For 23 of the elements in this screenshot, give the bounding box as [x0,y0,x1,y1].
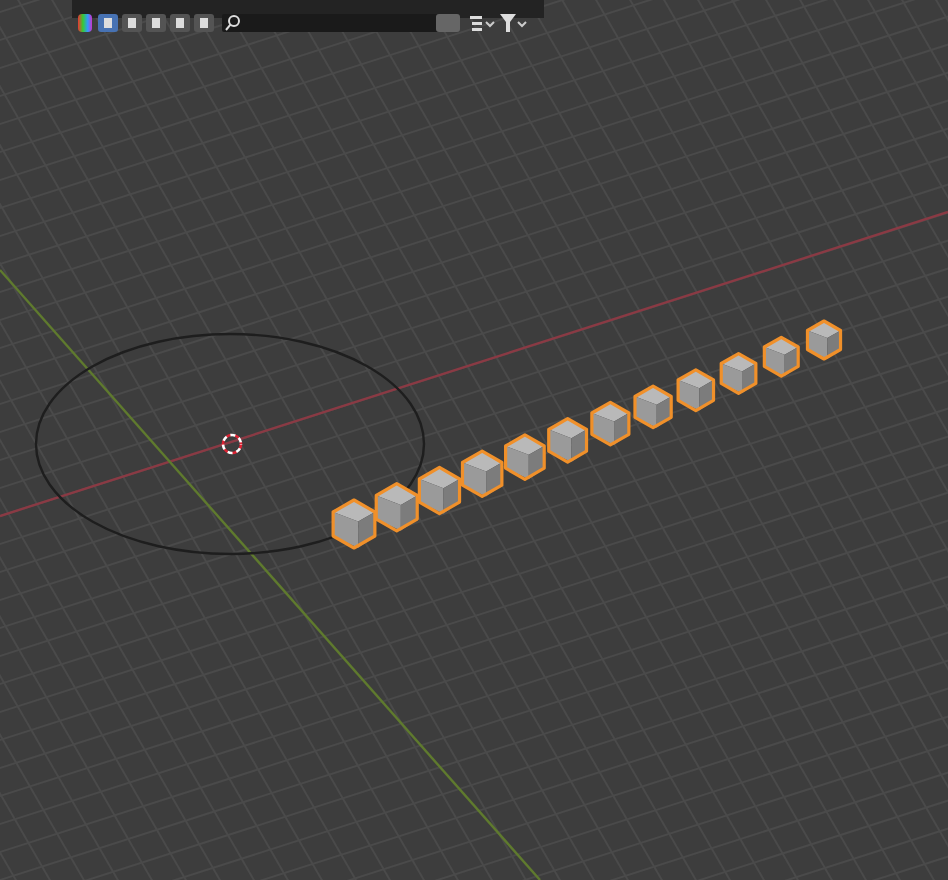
cube[interactable] [331,498,377,550]
filter-toggle-icon[interactable] [170,14,190,33]
cube[interactable] [547,417,589,464]
cube[interactable] [719,351,758,395]
cube[interactable] [504,433,546,481]
list-icon[interactable] [468,14,496,33]
cube[interactable] [374,482,419,533]
cube[interactable] [805,319,843,361]
view-toggle-icon[interactable] [98,14,118,33]
toggle-button[interactable] [436,14,460,33]
cube[interactable] [633,384,673,430]
cube[interactable] [417,465,462,516]
filter-toggle-icon[interactable] [146,14,166,33]
cube[interactable] [460,449,504,499]
cube[interactable] [762,335,800,378]
cube[interactable] [676,368,716,413]
cube[interactable] [590,400,631,447]
search-field[interactable] [222,14,442,33]
3d-cursor-icon[interactable] [221,433,243,455]
filter-icon[interactable] [500,14,528,33]
filter-toggle-icon[interactable] [122,14,142,33]
color-icon[interactable] [76,14,94,33]
filter-toggle-icon[interactable] [194,14,214,33]
